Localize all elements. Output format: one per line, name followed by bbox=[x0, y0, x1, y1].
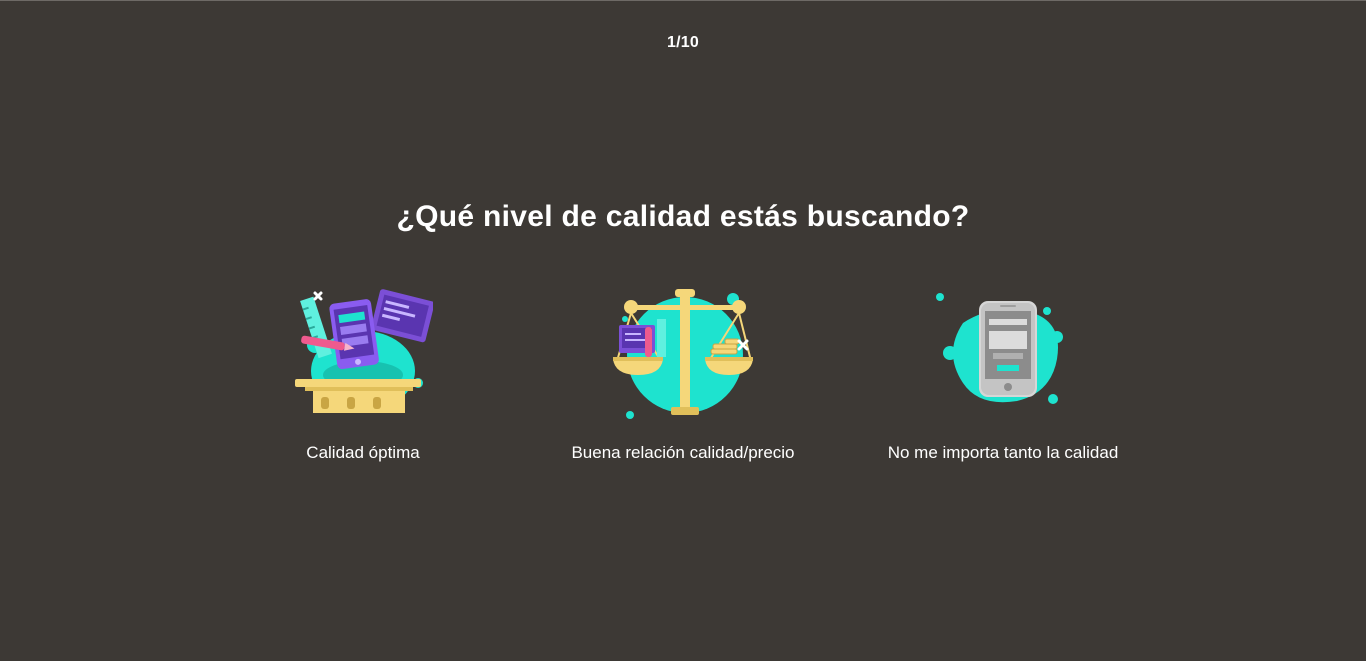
option-buena-relacion[interactable]: Buena relación calidad/precio bbox=[548, 283, 818, 473]
option-label: No me importa tanto la calidad bbox=[887, 443, 1119, 462]
option-calidad-optima[interactable]: Calidad óptima bbox=[228, 283, 498, 473]
option-label: Buena relación calidad/precio bbox=[571, 443, 795, 462]
basic-phone-illustration-icon bbox=[936, 293, 1063, 404]
premium-quality-illustration-icon bbox=[295, 289, 433, 413]
progress-indicator: 1/10 bbox=[667, 34, 699, 51]
question-title: ¿Qué nivel de calidad estás buscando? bbox=[396, 200, 970, 233]
balance-scale-illustration-icon bbox=[613, 289, 753, 419]
option-label: Calidad óptima bbox=[306, 443, 420, 462]
option-no-me-importa[interactable]: No me importa tanto la calidad bbox=[868, 283, 1138, 473]
